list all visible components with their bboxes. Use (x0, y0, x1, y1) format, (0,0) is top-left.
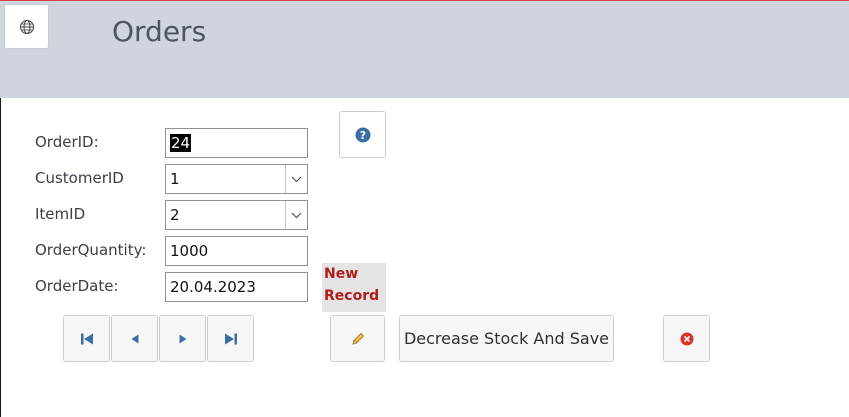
customer-id-dropdown-button[interactable] (285, 165, 307, 193)
next-record-icon (179, 334, 186, 343)
page-title: Orders (112, 15, 207, 48)
customer-id-combobox[interactable]: 1 (165, 164, 308, 194)
previous-record-button[interactable] (111, 315, 158, 362)
order-quantity-value: 1000 (170, 242, 209, 260)
order-date-value: 20.04.2023 (170, 278, 256, 296)
form-left-border (0, 98, 1, 417)
order-quantity-field[interactable]: 1000 (165, 236, 308, 266)
item-id-combobox[interactable]: 2 (165, 200, 308, 230)
customer-id-label: CustomerID (35, 169, 124, 187)
next-record-button[interactable] (159, 315, 206, 362)
chevron-down-icon (291, 212, 302, 218)
record-status-line-1: New (324, 266, 359, 282)
previous-record-icon (131, 334, 138, 343)
globe-icon (19, 19, 34, 34)
first-record-icon (80, 333, 93, 344)
item-id-dropdown-button[interactable] (285, 201, 307, 229)
pencil-icon (351, 332, 364, 345)
close-icon (680, 332, 693, 345)
customer-id-value: 1 (170, 170, 180, 188)
first-record-button[interactable] (63, 315, 110, 362)
last-record-button[interactable] (207, 315, 254, 362)
help-icon: ? (355, 127, 370, 142)
item-id-label: ItemID (35, 205, 86, 223)
form-header: Orders (0, 0, 849, 98)
record-status-line-2: Record (324, 288, 380, 304)
order-id-field[interactable]: 24 (165, 128, 308, 158)
record-status-label: New Record (322, 263, 386, 312)
chevron-down-icon (291, 176, 302, 182)
order-id-label: OrderID: (35, 133, 99, 151)
order-date-label: OrderDate: (35, 277, 119, 295)
order-id-value: 24 (170, 134, 192, 152)
item-id-value: 2 (170, 206, 180, 224)
last-record-icon (224, 333, 237, 344)
edit-record-button[interactable] (330, 315, 385, 362)
close-form-button[interactable] (663, 315, 710, 362)
svg-text:?: ? (359, 129, 365, 142)
order-date-field[interactable]: 20.04.2023 (165, 272, 308, 302)
order-quantity-label: OrderQuantity: (35, 241, 147, 259)
decrease-stock-and-save-button[interactable]: Decrease Stock And Save (399, 315, 614, 362)
help-button[interactable]: ? (339, 111, 386, 158)
globe-button[interactable] (4, 4, 49, 49)
